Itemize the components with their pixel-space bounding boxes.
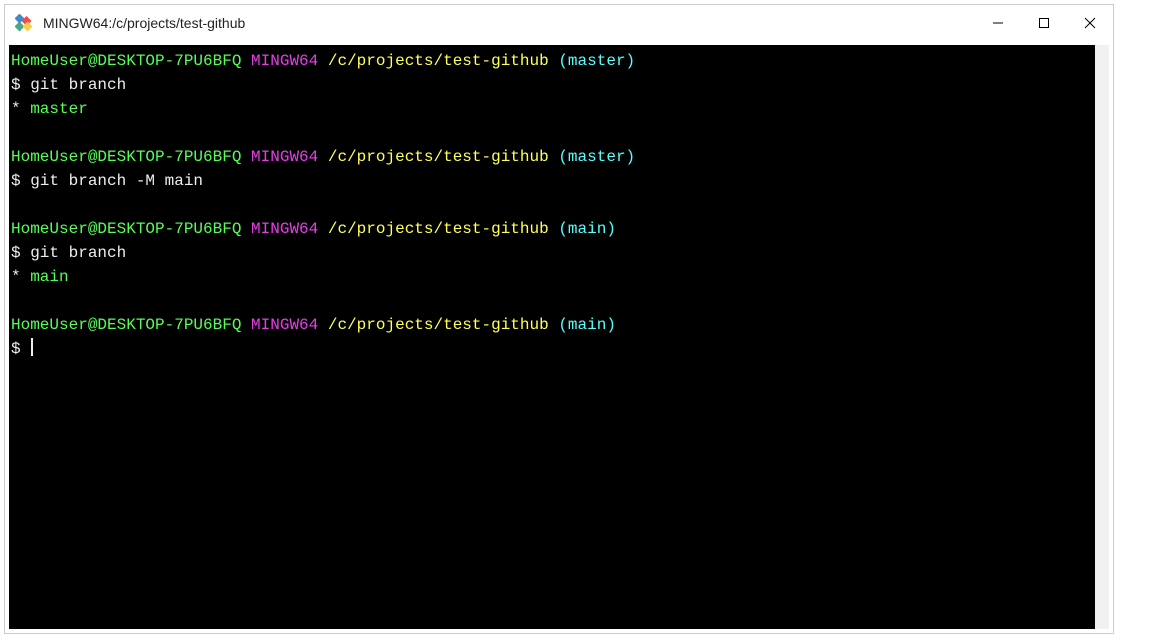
titlebar[interactable]: MINGW64:/c/projects/test-github xyxy=(5,5,1113,41)
terminal-wrap: HomeUser@DESKTOP-7PU6BFQ MINGW64 /c/proj… xyxy=(5,41,1113,633)
scrollbar[interactable] xyxy=(1095,45,1109,629)
terminal-content[interactable]: HomeUser@DESKTOP-7PU6BFQ MINGW64 /c/proj… xyxy=(9,45,1095,629)
minimize-button[interactable] xyxy=(975,5,1021,41)
window-controls xyxy=(975,5,1113,41)
terminal-window: MINGW64:/c/projects/test-github HomeUser… xyxy=(4,4,1114,634)
close-button[interactable] xyxy=(1067,5,1113,41)
maximize-button[interactable] xyxy=(1021,5,1067,41)
git-bash-icon xyxy=(15,14,33,32)
window-title: MINGW64:/c/projects/test-github xyxy=(43,15,245,31)
